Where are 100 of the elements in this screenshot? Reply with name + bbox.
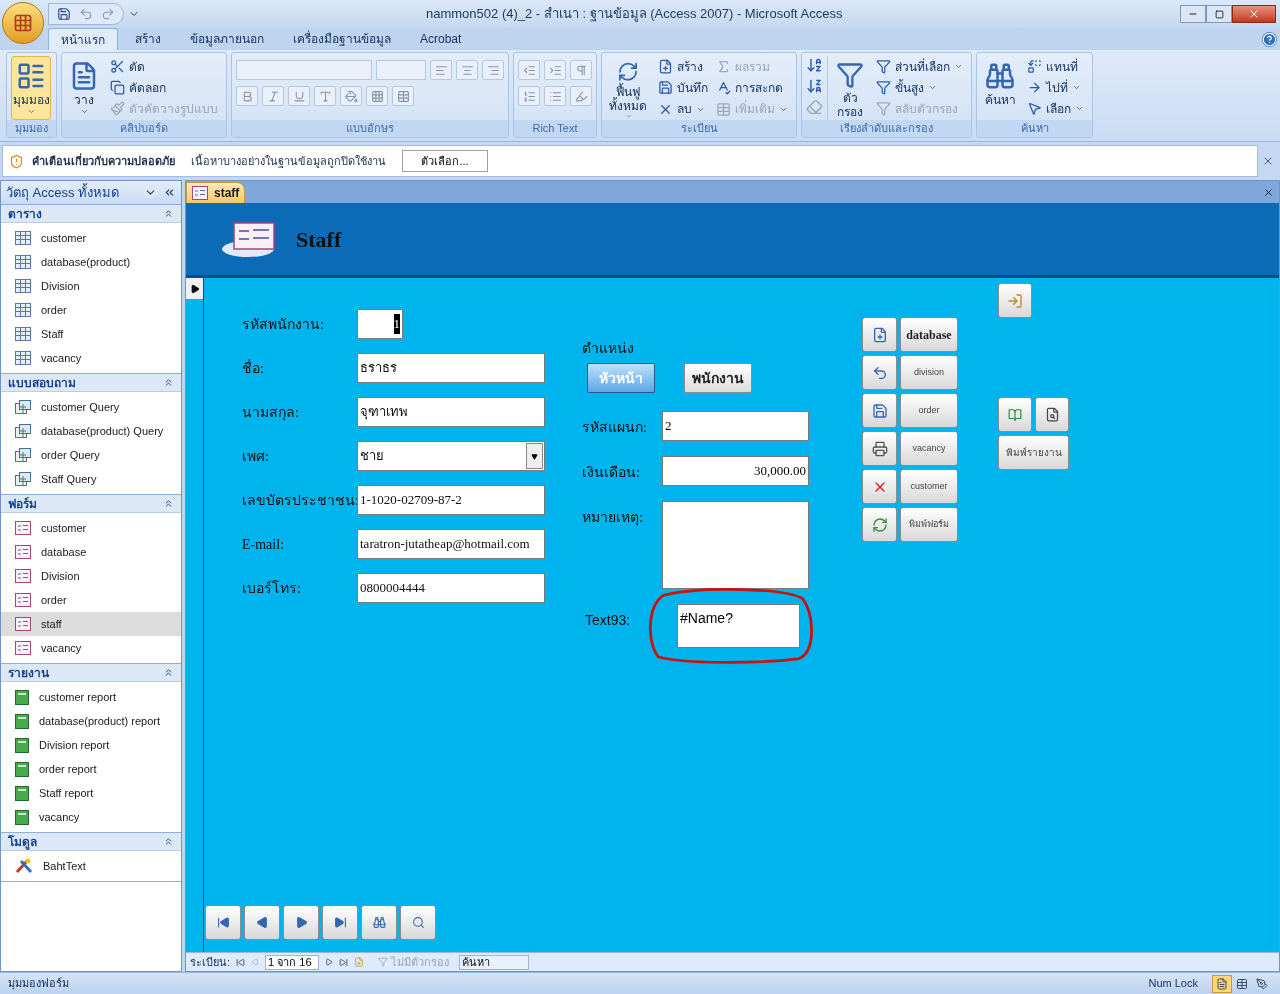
close-icon[interactable]	[1263, 187, 1274, 198]
next-icon[interactable]	[325, 958, 334, 966]
font-size-field[interactable]	[376, 60, 426, 80]
highlight-icon[interactable]	[570, 86, 592, 106]
dropdown-button[interactable]	[526, 443, 543, 469]
navigation-item[interactable]: order report	[1, 757, 181, 781]
bold-icon[interactable]	[236, 86, 258, 106]
sort-ascending-icon[interactable]	[806, 56, 823, 74]
section-header[interactable]: รายงาน	[1, 664, 181, 682]
section-header[interactable]: ตาราง	[1, 205, 181, 223]
section-header[interactable]: ฟอร์ม	[1, 495, 181, 513]
navigation-item[interactable]: Division	[1, 564, 181, 588]
command-button[interactable]: order	[900, 393, 958, 428]
navigation-item[interactable]: database(product) Query	[1, 419, 181, 443]
indent-icon[interactable]	[544, 60, 566, 80]
navigation-item[interactable]: order Query	[1, 443, 181, 467]
ribbon-button[interactable]: คัดลอก	[106, 77, 222, 98]
collapse-icon[interactable]	[163, 377, 174, 388]
ribbon-large-button[interactable]: มุมมอง	[11, 56, 51, 120]
print-report-button[interactable]: พิมพ์รายงาน	[998, 435, 1069, 470]
ribbon-large-button[interactable]: วาง	[66, 56, 102, 120]
sort-descending-icon[interactable]	[806, 77, 823, 95]
ribbon-button[interactable]: การสะกด	[712, 77, 792, 99]
navigation-item[interactable]: vacancy	[1, 636, 181, 660]
command-button[interactable]	[862, 431, 897, 466]
navigation-item[interactable]: BahtText	[1, 854, 181, 878]
font-name-field[interactable]	[236, 60, 372, 80]
navigation-item[interactable]: Division	[1, 274, 181, 298]
office-button[interactable]	[2, 2, 44, 44]
align-right-icon[interactable]	[482, 60, 504, 80]
command-button[interactable]: division	[900, 355, 958, 390]
document-tab[interactable]: staff	[186, 182, 246, 203]
text-field[interactable]: ธราธร	[357, 353, 545, 383]
paragraph-icon[interactable]	[570, 60, 592, 80]
ribbon-button[interactable]: ขั้นสูง	[872, 77, 967, 98]
font-color-icon[interactable]	[314, 86, 336, 106]
numbered-list-icon[interactable]	[518, 86, 540, 106]
redo-icon[interactable]	[101, 7, 115, 21]
table-icon[interactable]	[392, 86, 414, 106]
collapse-icon[interactable]	[163, 836, 174, 847]
section-header[interactable]: โมดูล	[1, 833, 181, 851]
close-icon[interactable]	[1262, 155, 1274, 167]
command-button[interactable]: database	[900, 317, 958, 352]
navigation-item[interactable]: customer	[1, 226, 181, 250]
minimize-button[interactable]	[1180, 5, 1206, 23]
options-button[interactable]: ตัวเลือก...	[402, 150, 488, 172]
navigation-item[interactable]: Staff Query	[1, 467, 181, 491]
navigation-item[interactable]: database(product) report	[1, 709, 181, 733]
ribbon-tab[interactable]: ข้อมูลภายนอก	[178, 28, 276, 50]
navigation-item[interactable]: Staff	[1, 322, 181, 346]
command-button[interactable]	[862, 507, 897, 542]
command-button[interactable]: พิมพ์ฟอร์ม	[900, 507, 958, 542]
navigation-item[interactable]: customer	[1, 516, 181, 540]
ribbon-button[interactable]: บันทึก	[654, 77, 712, 99]
collapse-icon[interactable]	[163, 186, 176, 199]
navigation-item[interactable]: database(product)	[1, 250, 181, 274]
navigation-item[interactable]: vacancy	[1, 346, 181, 370]
navigation-item[interactable]: order	[1, 298, 181, 322]
italic-icon[interactable]	[262, 86, 284, 106]
navigation-button[interactable]	[283, 905, 319, 940]
command-button[interactable]	[862, 469, 897, 504]
collapse-icon[interactable]	[163, 208, 174, 219]
align-left-icon[interactable]	[430, 60, 452, 80]
command-button[interactable]: customer	[900, 469, 958, 504]
ribbon-large-button[interactable]: ค้นหา	[981, 56, 1019, 120]
text-field[interactable]: จุฑาเทพ	[357, 397, 545, 427]
text-field[interactable]: 30,000.00	[662, 456, 809, 486]
navigation-button[interactable]	[322, 905, 358, 940]
first-record-icon[interactable]	[236, 957, 246, 967]
command-button[interactable]: vacancy	[900, 431, 958, 466]
text-field[interactable]: 1	[357, 309, 403, 339]
record-selector[interactable]	[186, 278, 204, 952]
command-button[interactable]	[862, 355, 897, 390]
combo-box[interactable]: ชาย	[357, 441, 545, 471]
ribbon-button[interactable]: ตัด	[106, 56, 222, 77]
save-icon[interactable]	[57, 7, 71, 21]
ribbon-tab[interactable]: สร้าง	[123, 28, 173, 50]
navigation-item[interactable]: database	[1, 540, 181, 564]
ribbon-button[interactable]: ลบ	[654, 98, 712, 120]
collapse-icon[interactable]	[163, 667, 174, 678]
gridlines-icon[interactable]	[366, 86, 388, 106]
ribbon-button[interactable]: แทนที่	[1023, 56, 1088, 77]
navigation-item[interactable]: Division report	[1, 733, 181, 757]
navigation-item[interactable]: vacancy	[1, 805, 181, 829]
command-button[interactable]	[862, 393, 897, 428]
text-field[interactable]: taratron-jutatheap@hotmail.com	[357, 529, 545, 559]
record-position-field[interactable]: 1 จาก 16	[265, 954, 320, 970]
exit-button[interactable]	[998, 283, 1032, 318]
view-button[interactable]	[1212, 974, 1232, 993]
fill-color-icon[interactable]	[340, 86, 362, 106]
navigation-item[interactable]: customer report	[1, 685, 181, 709]
navigation-button[interactable]	[361, 905, 397, 940]
navigation-item[interactable]: Staff report	[1, 781, 181, 805]
ribbon-large-button[interactable]: ฟื้นฟู ทั้งหมด	[606, 56, 650, 120]
restore-button[interactable]	[1206, 5, 1232, 23]
collapse-icon[interactable]	[163, 498, 174, 509]
navigation-item[interactable]: customer Query	[1, 395, 181, 419]
text-field[interactable]: #Name?	[677, 604, 800, 648]
navigation-button[interactable]	[400, 905, 436, 940]
section-header[interactable]: แบบสอบถาม	[1, 374, 181, 392]
